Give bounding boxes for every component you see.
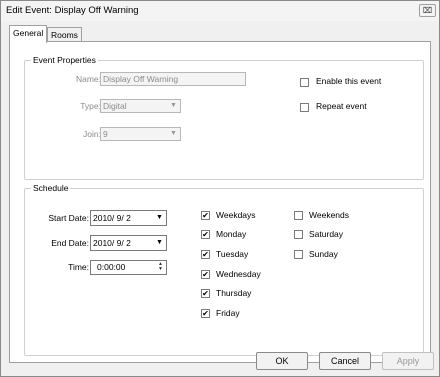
saturday-label: Saturday xyxy=(309,229,344,239)
chevron-down-icon[interactable]: ▼ xyxy=(154,213,165,223)
monday-checkbox[interactable]: ✔ xyxy=(201,230,210,239)
event-properties-group: Event Properties Name: Display Off Warni… xyxy=(24,55,424,180)
start-date-picker[interactable]: 2010/ 9/ 2 ▼ xyxy=(90,210,167,226)
enable-event-checkbox[interactable] xyxy=(300,78,309,87)
time-label: Time: xyxy=(68,262,89,272)
schedule-group: Schedule Start Date: 2010/ 9/ 2 ▼ End Da… xyxy=(24,183,424,356)
name-value: Display Off Warning xyxy=(103,74,179,84)
time-spinner[interactable]: 0:00:00 ▲ ▼ xyxy=(90,260,167,275)
friday-checkbox[interactable]: ✔ xyxy=(201,309,210,318)
tab-rooms-label: Rooms xyxy=(51,30,78,40)
end-date-value: 2010/ 9/ 2 xyxy=(93,238,131,248)
join-value: 9 xyxy=(103,129,108,139)
saturday-checkbox[interactable] xyxy=(294,230,303,239)
monday-label: Monday xyxy=(216,229,247,239)
type-dropdown: Digital ▼ xyxy=(100,99,181,113)
tuesday-label: Tuesday xyxy=(216,249,249,259)
type-value: Digital xyxy=(103,101,127,111)
name-field: Display Off Warning xyxy=(100,72,246,86)
sunday-checkbox[interactable] xyxy=(294,250,303,259)
wednesday-label: Wednesday xyxy=(216,269,261,279)
close-button[interactable]: ⌧ xyxy=(419,4,436,17)
start-date-label: Start Date: xyxy=(48,213,89,223)
thursday-checkbox[interactable]: ✔ xyxy=(201,289,210,298)
spin-down-icon[interactable]: ▼ xyxy=(156,267,165,272)
sunday-label: Sunday xyxy=(309,249,338,259)
ok-button[interactable]: OK xyxy=(256,352,308,370)
chevron-down-icon: ▼ xyxy=(170,130,177,137)
wednesday-checkbox[interactable]: ✔ xyxy=(201,270,210,279)
apply-button: Apply xyxy=(382,352,434,370)
tuesday-checkbox[interactable]: ✔ xyxy=(201,250,210,259)
chevron-down-icon: ▼ xyxy=(170,102,177,109)
name-label: Name: xyxy=(75,74,101,84)
tab-general-label: General xyxy=(13,28,44,38)
title-bar: Edit Event: Display Off Warning ⌧ xyxy=(1,1,439,21)
event-properties-legend: Event Properties xyxy=(31,55,98,65)
end-date-picker[interactable]: 2010/ 9/ 2 ▼ xyxy=(90,235,167,251)
check-icon: ✔ xyxy=(202,309,209,318)
general-tab-page: Event Properties Name: Display Off Warni… xyxy=(9,41,431,363)
weekends-label: Weekends xyxy=(309,210,350,220)
join-label: Join: xyxy=(83,129,101,139)
close-icon: ⌧ xyxy=(422,6,433,15)
window-title: Edit Event: Display Off Warning xyxy=(6,5,139,16)
repeat-event-checkbox[interactable] xyxy=(300,103,309,112)
type-label: Type: xyxy=(80,101,101,111)
weekends-checkbox[interactable] xyxy=(294,211,303,220)
edit-event-dialog: Edit Event: Display Off Warning ⌧ Genera… xyxy=(0,0,440,377)
check-icon: ✔ xyxy=(202,211,209,220)
repeat-event-label: Repeat event xyxy=(316,101,367,111)
start-date-value: 2010/ 9/ 2 xyxy=(93,213,131,223)
end-date-label: End Date: xyxy=(51,238,89,248)
weekdays-label: Weekdays xyxy=(216,210,256,220)
weekdays-checkbox[interactable]: ✔ xyxy=(201,211,210,220)
schedule-legend: Schedule xyxy=(31,183,71,193)
chevron-down-icon[interactable]: ▼ xyxy=(154,238,165,248)
thursday-label: Thursday xyxy=(216,288,252,298)
join-dropdown: 9 ▼ xyxy=(100,127,181,141)
time-value: 0:00:00 xyxy=(97,262,126,272)
tab-general[interactable]: General xyxy=(9,25,48,43)
check-icon: ✔ xyxy=(202,250,209,259)
check-icon: ✔ xyxy=(202,230,209,239)
friday-label: Friday xyxy=(216,308,240,318)
cancel-button[interactable]: Cancel xyxy=(319,352,371,370)
check-icon: ✔ xyxy=(202,270,209,279)
spinner-arrows-icon[interactable]: ▲ ▼ xyxy=(156,262,165,272)
enable-event-label: Enable this event xyxy=(316,76,382,86)
check-icon: ✔ xyxy=(202,289,209,298)
